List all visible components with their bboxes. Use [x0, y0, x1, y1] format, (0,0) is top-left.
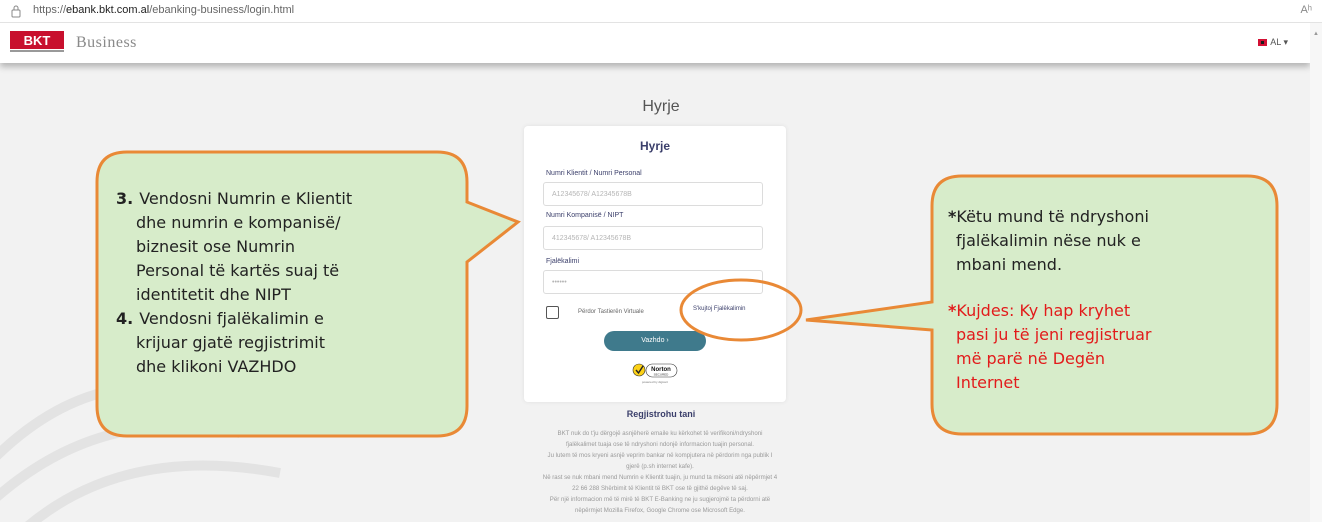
- url-domain: ebank.bkt.com.al: [66, 4, 150, 16]
- warning-line: pasi ju të jeni regjistruar: [956, 325, 1152, 344]
- site-header: BKT Business AL ▾: [0, 23, 1310, 63]
- norton-secured-text: SECURED: [654, 373, 670, 377]
- security-notice: BKT nuk do t'ju dërgojë asnjëherë emaile…: [482, 428, 838, 516]
- register-link[interactable]: Regjistrohu tani: [0, 409, 1322, 419]
- notice-line: Ju lutem të mos kryeni asnjë veprim bank…: [547, 452, 773, 459]
- url-text[interactable]: https://ebank.bkt.com.al/ebanking-busine…: [33, 4, 294, 16]
- warning-line: Kujdes: Ky hap kryhet: [956, 301, 1131, 320]
- company-number-label: Numri Kompanisë / NIPT: [546, 212, 624, 219]
- bkt-logo[interactable]: BKT: [10, 31, 64, 53]
- reader-mode-icon[interactable]: Aʰ: [1300, 4, 1312, 16]
- right-callout-text: *Këtu mund të ndryshoni fjalëkalimin nës…: [948, 205, 1268, 395]
- step-3-line: biznesit ose Numrin: [136, 237, 296, 256]
- lock-icon: [11, 5, 21, 18]
- password-input[interactable]: ••••••: [543, 270, 763, 294]
- notice-line: nëpërmjet Mozilla Firefox, Google Chrome…: [574, 507, 746, 514]
- card-title: Hyrje: [639, 139, 671, 153]
- client-number-placeholder: A12345678/ A12345678B: [552, 191, 632, 198]
- notice-line: gjerë (p.sh internet kafe).: [626, 463, 694, 470]
- left-callout-text: 3. Vendosni Numrin e Klientit dhe numrin …: [116, 187, 461, 379]
- norton-powered-text: powered by digicert: [642, 380, 668, 384]
- step-3-line: Vendosni Numrin e Klientit: [139, 189, 353, 208]
- warning-line: më parë në Degën: [956, 349, 1106, 368]
- step-3-line: Personal të kartës suaj të: [136, 261, 340, 280]
- virtual-keyboard-checkbox[interactable]: [546, 306, 559, 319]
- note-line: mbani mend.: [956, 255, 1063, 274]
- notice-line: 22 66 288 Shërbimit të Klientit të BKT o…: [572, 485, 748, 492]
- notice-line: BKT nuk do t'ju dërgojë asnjëherë emaile…: [557, 430, 763, 437]
- step-4-line: krijuar gjatë regjistrimit: [136, 333, 326, 352]
- password-placeholder: ••••••: [552, 279, 567, 286]
- page-title: Hyrje: [642, 98, 680, 115]
- business-label: Business: [76, 34, 137, 51]
- svg-text:BKT: BKT: [24, 33, 51, 48]
- language-label: AL ▾: [1270, 37, 1288, 47]
- step-4-line: Vendosni fjalëkalimin e: [139, 309, 324, 328]
- company-number-placeholder: 412345678/ A12345678B: [552, 235, 632, 242]
- login-card: Hyrje Numri Klientit / Numri Personal A1…: [524, 126, 786, 402]
- step-3-line: identitetit dhe NIPT: [136, 285, 291, 304]
- step-3-number: 3.: [116, 189, 134, 208]
- step-4-line: dhe klikoni VAZHDO: [136, 357, 297, 376]
- notice-line: fjalëkalimet tuaja ose të ndryshoni ndon…: [565, 441, 754, 448]
- forgot-password-link[interactable]: S'kujtoj Fjalëkalimin: [693, 306, 746, 312]
- company-number-input[interactable]: 412345678/ A12345678B: [543, 226, 763, 250]
- scroll-up-arrow-icon[interactable]: ▲: [1313, 31, 1319, 37]
- norton-secured-badge[interactable]: Norton SECURED powered by digicert: [631, 360, 679, 386]
- albania-flag-icon: [1258, 39, 1268, 46]
- warning-line: Internet: [956, 373, 1020, 392]
- client-number-label: Numri Klientit / Numri Personal: [546, 170, 642, 177]
- virtual-keyboard-label: Përdor Tastierën Virtuale: [578, 309, 644, 315]
- step-4-number: 4.: [116, 309, 134, 328]
- url-path: /ebanking-business/login.html: [149, 4, 295, 16]
- step-3-line: dhe numrin e kompanisë/: [136, 213, 341, 232]
- url-prefix: https://: [33, 4, 67, 16]
- client-number-input[interactable]: A12345678/ A12345678B: [543, 182, 763, 206]
- address-bar[interactable]: https://ebank.bkt.com.al/ebanking-busine…: [0, 0, 1322, 23]
- note-line: fjalëkalimin nëse nuk e: [956, 231, 1141, 250]
- notice-line: Në rast se nuk mbani mend Numrin e Klien…: [542, 474, 778, 481]
- note-line: Këtu mund të ndryshoni: [956, 207, 1149, 226]
- language-selector[interactable]: AL ▾: [1258, 37, 1288, 48]
- password-label: Fjalëkalimi: [546, 258, 580, 265]
- notice-line: Për një informacion më të mirë të BKT E-…: [549, 496, 771, 503]
- continue-button[interactable]: Vazhdo ›: [604, 331, 706, 351]
